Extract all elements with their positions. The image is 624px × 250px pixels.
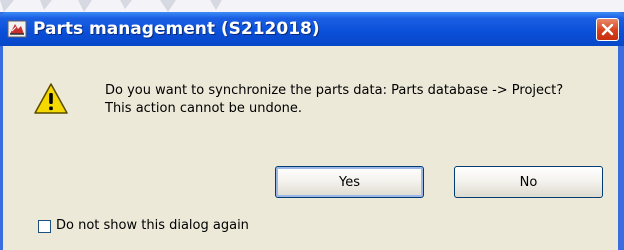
title-bar[interactable]: Parts management (S212018) bbox=[0, 12, 624, 46]
message-line-1: Do you want to synchronize the parts dat… bbox=[105, 83, 564, 98]
do-not-show-label[interactable]: Do not show this dialog again bbox=[56, 218, 249, 233]
parts-app-icon bbox=[7, 20, 27, 38]
do-not-show-checkbox[interactable] bbox=[38, 220, 51, 233]
close-icon bbox=[601, 23, 614, 36]
window-title: Parts management (S212018) bbox=[33, 19, 320, 39]
message-line-2: This action cannot be undone. bbox=[105, 101, 303, 116]
dialog-window: Parts management (S212018) Do you want t… bbox=[0, 12, 624, 250]
message-text: Do you want to synchronize the parts dat… bbox=[105, 82, 615, 118]
yes-button[interactable]: Yes bbox=[275, 166, 424, 198]
warning-icon bbox=[34, 83, 68, 114]
dialog-body: Do you want to synchronize the parts dat… bbox=[3, 46, 618, 250]
no-button[interactable]: No bbox=[454, 166, 603, 198]
close-button[interactable] bbox=[596, 18, 619, 41]
